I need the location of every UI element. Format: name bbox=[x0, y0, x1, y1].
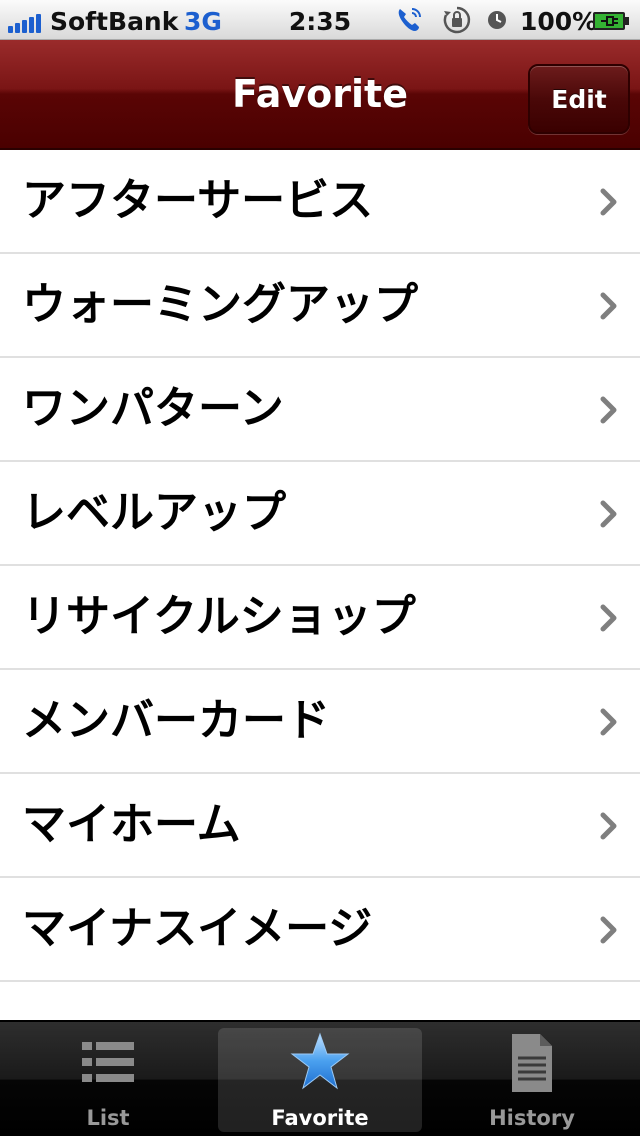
list-icon bbox=[82, 1042, 134, 1082]
document-icon bbox=[512, 1034, 552, 1092]
star-icon bbox=[290, 1032, 350, 1090]
list-item-label: ワンパターン bbox=[22, 383, 284, 434]
chevron-right-icon bbox=[600, 708, 617, 736]
list-item[interactable]: ワンパターン bbox=[0, 358, 640, 462]
list-item[interactable]: マイホーム bbox=[0, 774, 640, 878]
chevron-right-icon bbox=[600, 188, 617, 216]
chevron-right-icon bbox=[600, 500, 617, 528]
battery-charging-icon bbox=[593, 12, 629, 30]
chevron-right-icon bbox=[600, 812, 617, 840]
chevron-right-icon bbox=[600, 604, 617, 632]
tab-favorite[interactable]: Favorite bbox=[218, 1028, 422, 1132]
alarm-clock-icon bbox=[488, 11, 506, 29]
status-bar: SoftBank 3G 2:35 100% bbox=[0, 0, 640, 40]
list-item[interactable]: マイナスイメージ bbox=[0, 878, 640, 982]
list-item-label: リサイクルショップ bbox=[22, 591, 416, 642]
list-item-label: マイホーム bbox=[22, 799, 241, 850]
tab-favorite-label: Favorite bbox=[271, 1106, 369, 1130]
chevron-right-icon bbox=[600, 396, 617, 424]
chevron-right-icon bbox=[600, 292, 617, 320]
navigation-bar: Favorite Edit bbox=[0, 40, 640, 150]
list-item[interactable]: リサイクルショップ bbox=[0, 566, 640, 670]
list-item[interactable]: ウォーミングアップ bbox=[0, 254, 640, 358]
list-item[interactable]: メンバーカード bbox=[0, 670, 640, 774]
tab-history[interactable]: History bbox=[430, 1028, 634, 1132]
list-item-label: マイナスイメージ bbox=[22, 903, 373, 954]
chevron-right-icon bbox=[600, 916, 617, 944]
list-item[interactable]: アフターサービス bbox=[0, 150, 640, 254]
tab-list[interactable]: List bbox=[6, 1028, 210, 1132]
list-item[interactable]: レベルアップ bbox=[0, 462, 640, 566]
tab-list-label: List bbox=[86, 1106, 130, 1130]
list-item-empty bbox=[0, 982, 640, 1020]
phone-icon bbox=[398, 8, 421, 31]
list-item-label: アフターサービス bbox=[22, 175, 374, 226]
list-item-label: メンバーカード bbox=[22, 695, 330, 746]
edit-button[interactable]: Edit bbox=[528, 64, 630, 134]
list-item-label: ウォーミングアップ bbox=[22, 279, 418, 330]
favorites-list: アフターサービス ウォーミングアップ ワンパターン レベルアップ リサイクルショ… bbox=[0, 150, 640, 1020]
battery-percent: 100% bbox=[520, 7, 598, 36]
tab-bar: List Favorite History bbox=[0, 1020, 640, 1136]
tab-history-label: History bbox=[489, 1106, 575, 1130]
rotation-lock-icon bbox=[443, 6, 471, 34]
list-item-label: レベルアップ bbox=[22, 487, 286, 538]
